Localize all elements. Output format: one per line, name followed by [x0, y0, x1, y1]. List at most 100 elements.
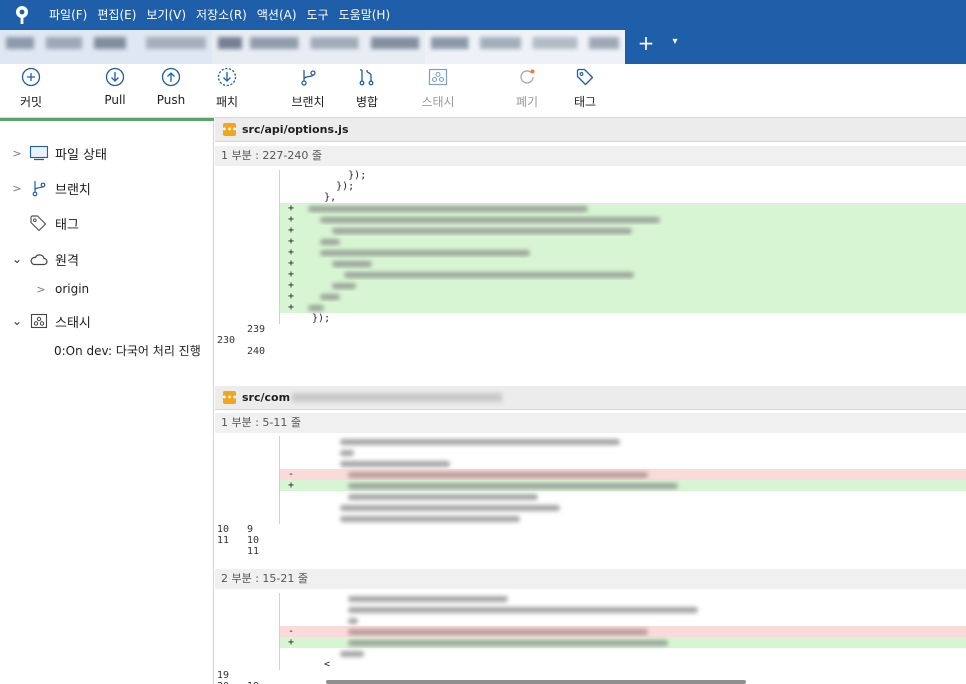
diff-line-added[interactable]: 238 + [215, 291, 966, 324]
chevron-right-icon[interactable]: > [10, 182, 24, 195]
menu-edit[interactable]: 편집(E) [92, 0, 141, 30]
repository-tab[interactable] [212, 30, 425, 64]
redacted-code [332, 261, 372, 267]
push-button[interactable]: Push [154, 64, 188, 118]
sidebar-item-label: 스태시 [55, 315, 91, 331]
tab-list-dropdown-icon[interactable]: ▾ [668, 36, 682, 50]
line-code [279, 615, 966, 626]
redacted-code [308, 206, 588, 212]
sidebar-item-branches[interactable]: > 브랜치 [10, 174, 91, 202]
line-code: + [279, 637, 966, 648]
diff-line-added[interactable]: 230 + [215, 203, 966, 236]
diff-line-added[interactable]: 235 + [215, 258, 966, 291]
file-header[interactable]: ••• src/com [215, 386, 966, 410]
commit-button[interactable]: 커밋 [14, 64, 48, 118]
repository-tab-active[interactable] [425, 30, 625, 64]
stash-button[interactable]: 스태시 [413, 64, 463, 118]
branch-button[interactable]: 브랜치 [286, 64, 330, 118]
added-sign: + [288, 637, 295, 648]
diff-line-removed[interactable]: 8 - [215, 469, 966, 502]
diff-line[interactable]: 20 20 < [215, 659, 966, 684]
tag-button[interactable]: 태그 [568, 64, 602, 118]
diff-line[interactable]: 230 240 }); [215, 313, 966, 357]
diff-line[interactable]: 227 227 }); [215, 170, 966, 214]
repository-tab[interactable] [0, 30, 212, 64]
fetch-icon [217, 67, 237, 87]
pull-button[interactable]: Pull [98, 64, 132, 118]
menu-tools[interactable]: 도구 [302, 0, 334, 30]
diff-line-added[interactable]: 233 + [215, 236, 966, 269]
code-text: }); [300, 181, 355, 192]
diff-line-added[interactable]: 236 + [215, 269, 966, 302]
file-header[interactable]: ••• src/api/options.js [215, 118, 966, 142]
line-gutter [215, 236, 279, 247]
sidebar-item-remotes[interactable]: ⌄ 원격 [10, 245, 79, 273]
code-text: }); [300, 170, 367, 181]
sidebar-item-file-status[interactable]: > 파일 상태 [10, 139, 107, 167]
diff-line[interactable]: 15 15 [215, 593, 966, 637]
line-code: - [279, 469, 966, 480]
redacted-code [348, 483, 678, 489]
diff-line[interactable]: 17 17 [215, 615, 966, 659]
menu-actions[interactable]: 액션(A) [252, 0, 302, 30]
line-gutter [215, 502, 279, 513]
line-code: }); [279, 170, 966, 181]
diff-line[interactable]: 9 9 [215, 491, 966, 535]
diff-line[interactable]: 228 228 }); [215, 181, 966, 225]
diff-line-added[interactable]: 237 + [215, 280, 966, 313]
diff-line-added[interactable]: 234 + [215, 247, 966, 280]
chevron-right-icon[interactable]: > [34, 283, 48, 296]
diff-line-added[interactable]: 8 + [215, 480, 966, 513]
file-path-redacted [292, 393, 503, 402]
line-code: + [279, 291, 966, 302]
redacted-code [320, 294, 340, 300]
line-gutter [215, 637, 279, 648]
chevron-down-icon[interactable]: ⌄ [10, 252, 24, 266]
file-path: src/com [242, 391, 291, 404]
diff-line[interactable]: 5 5 [215, 436, 966, 480]
diff-line[interactable]: 16 16 [215, 604, 966, 648]
line-gutter [215, 447, 279, 458]
diff-line[interactable]: 10 10 [215, 502, 966, 546]
diff-lines: 227 227 }); 228 228 }); 229 229 }, 230 +… [215, 170, 966, 357]
diff-line[interactable]: 7 7 [215, 458, 966, 502]
sidebar-item-label: 태그 [55, 217, 79, 233]
line-gutter [215, 491, 279, 502]
discard-button[interactable]: 폐기 [510, 64, 544, 118]
diff-line-added[interactable]: 231 + [215, 214, 966, 247]
sidebar-item-label: 원격 [55, 253, 79, 269]
discard-icon [520, 69, 535, 84]
sidebar-accent-line [0, 118, 214, 121]
line-gutter [215, 269, 279, 280]
chevron-right-icon[interactable]: > [10, 147, 24, 160]
diff-line[interactable]: 229 229 }, [215, 192, 966, 236]
sidebar-item-stash-entry[interactable]: 0:On dev: 다국어 처리 진행 [54, 336, 201, 364]
line-gutter [215, 615, 279, 626]
menu-help[interactable]: 도움말(H) [334, 0, 396, 30]
diff-line[interactable]: 6 6 [215, 447, 966, 491]
chevron-down-icon[interactable]: ⌄ [10, 314, 24, 328]
diff-line[interactable]: 19 19 [215, 648, 966, 684]
line-code: + [279, 225, 966, 236]
diff-line-removed[interactable]: 18 - [215, 626, 966, 659]
menu-file[interactable]: 파일(F) [44, 0, 92, 30]
diff-line-added[interactable]: 239 + [215, 302, 966, 335]
sidebar-item-stashes[interactable]: ⌄ 스태시 [10, 307, 91, 335]
sidebar-item-remote-origin[interactable]: > origin [34, 275, 89, 303]
modified-file-icon: ••• [222, 391, 237, 404]
menu-view[interactable]: 보기(V) [141, 0, 191, 30]
new-tab-button[interactable]: + [635, 33, 657, 55]
diff-line-added[interactable]: 18 + [215, 637, 966, 670]
merge-button[interactable]: 병합 [350, 64, 384, 118]
horizontal-scrollbar[interactable] [326, 680, 746, 684]
line-gutter [215, 225, 279, 236]
sidebar-item-tags[interactable]: 태그 [24, 209, 79, 237]
stash-label: 스태시 [421, 95, 455, 109]
menu-repository[interactable]: 저장소(R) [191, 0, 252, 30]
diff-line[interactable]: 11 11 [215, 513, 966, 557]
diff-line-added[interactable]: 232 + [215, 225, 966, 258]
patch-button[interactable]: 패치 [211, 64, 243, 118]
sidebar: > 파일 상태 > 브랜치 태그 ⌄ 원격 > origin ⌄ 스태시 0:O… [0, 118, 214, 684]
tag-label: 태그 [573, 95, 597, 109]
redacted-code [348, 472, 648, 478]
